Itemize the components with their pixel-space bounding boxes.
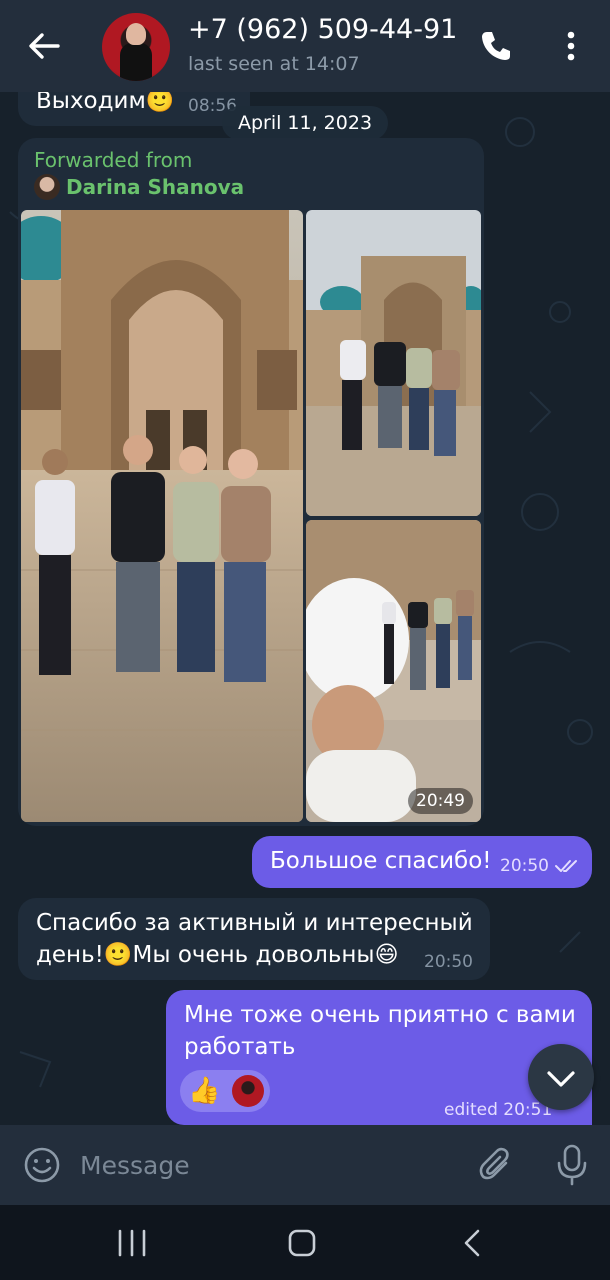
back-nav-icon[interactable]	[454, 1225, 494, 1261]
message-time: 20:49	[408, 788, 473, 814]
message-text: Выходим🙂	[36, 92, 175, 114]
message-text: Большое спасибо!	[270, 848, 492, 874]
message-bubble-incoming[interactable]: Спасибо за активный и интересный день!🙂М…	[18, 898, 490, 980]
message-bubble-incoming[interactable]: Выходим🙂 08:56	[18, 92, 250, 126]
contact-name[interactable]: +7 (962) 509-44-91	[188, 14, 457, 45]
recent-apps-icon[interactable]	[112, 1225, 152, 1261]
forwarded-sender-avatar	[34, 174, 60, 200]
reaction-chip[interactable]: 👍	[180, 1070, 270, 1112]
message-text-line-1: Спасибо за активный и интересный	[36, 910, 473, 936]
message-text-line-2: день!🙂Мы очень довольны😄	[36, 942, 399, 968]
system-navigation-bar	[0, 1205, 610, 1280]
message-time: 20:50	[424, 952, 473, 972]
forwarded-sender-name[interactable]: Darina Shanova	[66, 175, 244, 199]
more-vertical-icon[interactable]	[556, 28, 586, 64]
last-seen-status: last seen at 14:07	[188, 53, 360, 75]
microphone-icon[interactable]	[552, 1143, 592, 1187]
home-icon[interactable]	[282, 1225, 322, 1261]
reactor-avatar	[232, 1075, 264, 1107]
reaction-emoji: 👍	[188, 1076, 221, 1106]
message-bubble-forwarded-album[interactable]: Forwarded from Darina Shanova 20:49	[18, 138, 484, 826]
back-arrow-icon[interactable]	[24, 26, 64, 66]
message-text-line-2: работать	[184, 1034, 296, 1060]
album-photo-1[interactable]	[21, 210, 303, 822]
message-time: 20:50	[500, 856, 549, 876]
chat-header: +7 (962) 509-44-91 last seen at 14:07	[0, 0, 610, 92]
paperclip-icon[interactable]	[476, 1145, 516, 1185]
album-photo-2[interactable]	[306, 210, 481, 516]
contact-avatar[interactable]	[102, 13, 170, 81]
album-photo-3[interactable]: 20:49	[306, 520, 481, 822]
scroll-to-bottom-button[interactable]	[528, 1044, 594, 1110]
message-bubble-outgoing[interactable]: Большое спасибо! 20:50	[252, 836, 592, 888]
date-separator: April 11, 2023	[222, 106, 388, 140]
message-list[interactable]: Выходим🙂 08:56 April 11, 2023 Forwarded …	[0, 92, 610, 1125]
forwarded-from-label: Forwarded from	[34, 148, 193, 172]
double-check-icon	[555, 860, 577, 872]
phone-icon[interactable]	[478, 28, 514, 64]
message-text-line-1: Мне тоже очень приятно с вами	[184, 1002, 576, 1028]
chevron-down-icon	[547, 1071, 575, 1087]
message-input[interactable]	[80, 1145, 450, 1185]
smile-icon[interactable]	[22, 1145, 62, 1185]
message-composer	[0, 1125, 610, 1205]
